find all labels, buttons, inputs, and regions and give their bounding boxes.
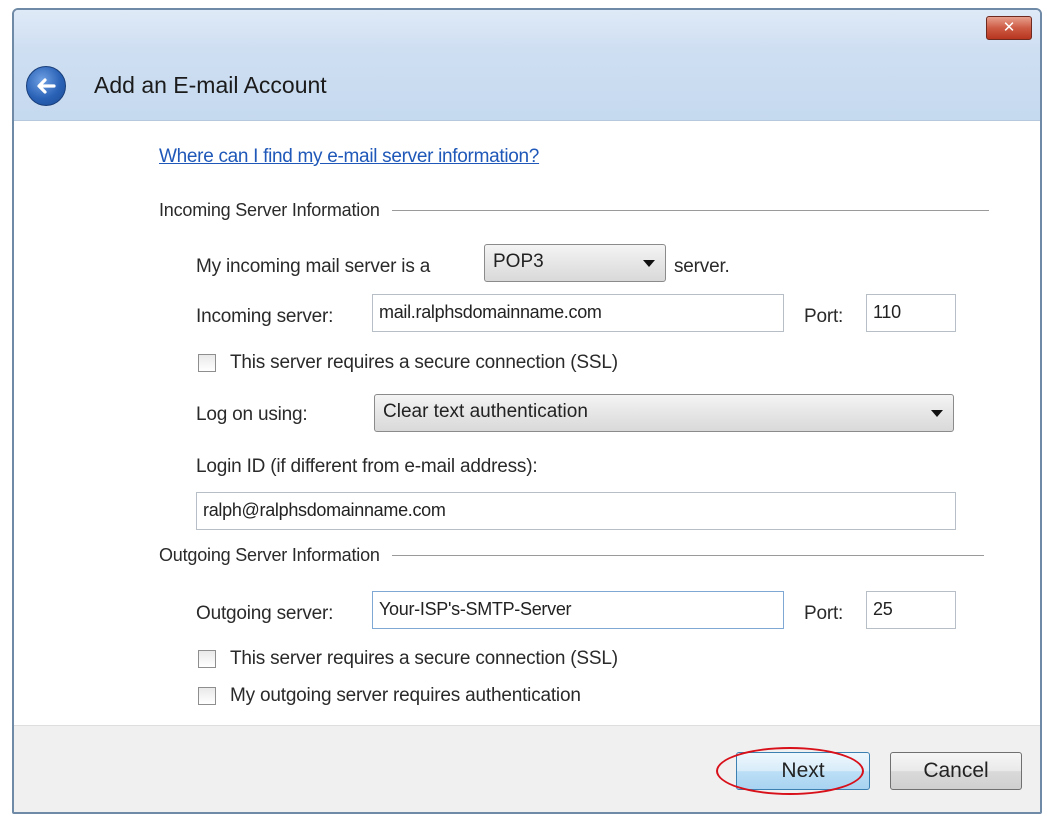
- server-type-select[interactable]: POP3: [484, 244, 666, 282]
- server-info-help-link[interactable]: Where can I find my e-mail server inform…: [159, 146, 539, 168]
- dialog-footer: Next Cancel: [14, 725, 1040, 812]
- incoming-section-title: Incoming Server Information: [159, 200, 392, 221]
- outgoing-auth-checkbox[interactable]: [198, 687, 216, 705]
- back-arrow-icon: [37, 78, 56, 94]
- outgoing-port-label: Port:: [804, 603, 844, 624]
- close-button[interactable]: ✕: [986, 16, 1032, 40]
- outgoing-server-label: Outgoing server:: [196, 603, 334, 624]
- logon-method-select[interactable]: Clear text authentication: [374, 394, 954, 432]
- outgoing-server-input[interactable]: Your-ISP's-SMTP-Server: [372, 591, 784, 629]
- next-button-highlight-ring: [716, 747, 864, 795]
- outgoing-ssl-label[interactable]: This server requires a secure connection…: [230, 648, 618, 670]
- outgoing-section-title: Outgoing Server Information: [159, 545, 392, 566]
- close-icon: ✕: [1002, 19, 1016, 36]
- incoming-server-label: Incoming server:: [196, 306, 334, 327]
- incoming-server-input[interactable]: mail.ralphsdomainname.com: [372, 294, 784, 332]
- outgoing-auth-label[interactable]: My outgoing server requires authenticati…: [230, 685, 581, 707]
- outgoing-port-input[interactable]: 25: [866, 591, 956, 629]
- cancel-button[interactable]: Cancel: [890, 752, 1022, 790]
- dialog-title: Add an E-mail Account: [94, 72, 327, 98]
- back-button[interactable]: [26, 66, 66, 106]
- chevron-down-icon: [643, 260, 655, 267]
- add-email-account-dialog: ✕ Add an E-mail Account Where can I find…: [12, 8, 1042, 814]
- login-id-input[interactable]: ralph@ralphsdomainname.com: [196, 492, 956, 530]
- outgoing-ssl-checkbox[interactable]: [198, 650, 216, 668]
- incoming-ssl-checkbox[interactable]: [198, 354, 216, 372]
- chevron-down-icon: [931, 410, 943, 417]
- login-id-label: Login ID (if different from e-mail addre…: [196, 456, 538, 477]
- title-bar: ✕ Add an E-mail Account: [14, 10, 1040, 121]
- logon-using-label: Log on using:: [196, 404, 308, 425]
- incoming-port-label: Port:: [804, 306, 844, 327]
- server-type-prefix-label: My incoming mail server is a: [196, 256, 431, 277]
- server-type-suffix-label: server.: [674, 256, 730, 277]
- logon-method-value: Clear text authentication: [383, 401, 588, 422]
- server-type-value: POP3: [493, 251, 544, 272]
- incoming-ssl-label[interactable]: This server requires a secure connection…: [230, 352, 618, 374]
- incoming-port-input[interactable]: 110: [866, 294, 956, 332]
